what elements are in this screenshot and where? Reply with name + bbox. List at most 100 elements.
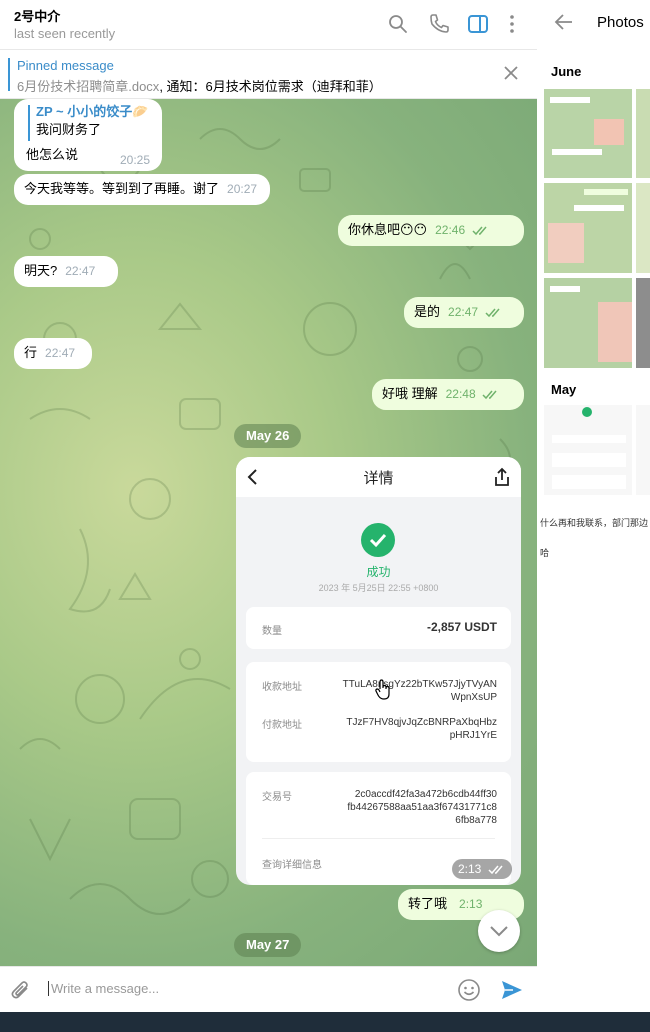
reply-sender[interactable]: ZP ~ 小小的饺子🥟: [36, 103, 148, 121]
pinned-notice: 通知：6月技术岗位需求（迪拜和菲）: [166, 79, 382, 94]
from-address-label: 付款地址: [262, 720, 302, 731]
divider: [262, 838, 495, 839]
photo-thumbnail[interactable]: [544, 278, 632, 368]
amount-label: 数量: [262, 626, 282, 637]
scroll-down-button[interactable]: [478, 910, 520, 952]
message-time: 22:48: [445, 387, 476, 401]
message-time: 20:27: [227, 182, 258, 196]
from-address-line2: pHRJ1YrE: [449, 730, 497, 741]
send-icon[interactable]: [500, 978, 524, 1002]
tx-value: 2c0accdf42fa3a472b6cdb44ff30 fb44267588a…: [347, 788, 497, 827]
message-list[interactable]: ZP ~ 小小的饺子🥟 我问财务了 他怎么说 20:25 今天我等等。等到到了再…: [0, 99, 537, 966]
sidebar-icon[interactable]: [466, 12, 490, 36]
message-text: 明天?: [24, 263, 58, 278]
chat-title[interactable]: 2号中介: [14, 6, 60, 25]
to-address-label: 收款地址: [262, 682, 302, 693]
from-address-line1: TJzF7HV8qjvJqZcBNRPaXbqHbz: [346, 717, 497, 728]
read-check-icon: [472, 226, 487, 235]
date-separator: May 26: [234, 424, 302, 448]
tx-label: 交易号: [262, 792, 292, 803]
photo-thumbnail[interactable]: [544, 89, 632, 178]
tx-line3: 6fb8a778: [455, 815, 497, 826]
attach-icon[interactable]: [10, 979, 32, 1001]
read-check-icon: [488, 865, 503, 874]
receipt-title: 详情: [363, 470, 394, 487]
reply-accent-bar: [28, 105, 30, 141]
message-incoming[interactable]: 今天我等等。等到到了再睡。谢了 20:27: [14, 174, 270, 205]
receipt-status: 成功: [366, 565, 391, 579]
pinned-file: 6月份技术招聘简章.docx: [17, 79, 160, 94]
section-june: June: [551, 64, 582, 79]
photo-thumbnail[interactable]: [636, 183, 650, 273]
read-check-icon: [482, 390, 497, 399]
pinned-message[interactable]: Pinned message 6月份技术招聘简章.docx, 通知：6月技术岗位…: [0, 50, 537, 99]
message-incoming[interactable]: 行 22:47: [14, 338, 92, 369]
taskbar: [0, 1012, 650, 1032]
receipt-datetime: 2023 年 5月25日 22:55 +0800: [318, 583, 439, 593]
message-time: 20:25: [120, 153, 151, 167]
address-card: 收款地址 TTuLA8nsgYz22bTKw57JjyTVyAN WpnXsUP…: [246, 662, 511, 762]
section-may: May: [551, 382, 577, 397]
tx-line1: 2c0accdf42fa3a472b6cdb44ff30: [354, 789, 497, 800]
to-address-value: TTuLA8nsgYz22bTKw57JjyTVyAN WpnXsUP: [343, 678, 497, 704]
from-address-value: TJzF7HV8qjvJqZcBNRPaXbqHbz pHRJ1YrE: [346, 716, 497, 742]
message-incoming[interactable]: ZP ~ 小小的饺子🥟 我问财务了 他怎么说 20:25: [14, 99, 162, 171]
message-outgoing[interactable]: 是的 22:47: [404, 297, 524, 328]
panel-title: Photos: [597, 14, 644, 31]
panel-text-snippet: 哈: [540, 548, 550, 558]
reply-quote: 我问财务了: [36, 122, 102, 137]
message-text: 行: [24, 345, 38, 360]
message-input[interactable]: Write a message...: [48, 981, 159, 996]
photo-thumbnail[interactable]: [636, 278, 650, 368]
date-separator: May 27: [234, 933, 302, 957]
share-icon: [495, 467, 509, 486]
message-text: 你休息吧😶😶: [348, 222, 428, 237]
check-icon: [361, 523, 395, 557]
message-incoming[interactable]: 明天? 22:47: [14, 256, 118, 287]
photos-panel: Photos June May 什么再和我联系，部门那边 哈: [538, 0, 650, 1012]
read-check-icon: [485, 308, 500, 317]
phone-icon[interactable]: [427, 12, 451, 36]
tx-line2: fb44267588aa51aa3f67431771c8: [347, 802, 497, 813]
message-time: 22:46: [435, 223, 466, 237]
more-icon[interactable]: [500, 12, 524, 36]
search-icon[interactable]: [386, 12, 410, 36]
message-outgoing[interactable]: 你休息吧😶😶 22:46: [338, 215, 524, 246]
to-address-line1: TTuLA8nsgYz22bTKw57JjyTVyAN: [342, 679, 497, 690]
chat-header: 2号中介 last seen recently: [0, 0, 537, 50]
message-text: 好哦 理解: [382, 386, 438, 401]
message-time: 22:47: [65, 264, 96, 278]
message-time: 22:47: [45, 346, 76, 360]
photo-thumbnail[interactable]: [544, 405, 632, 495]
to-address-line2: WpnXsUP: [450, 692, 497, 703]
close-icon[interactable]: [502, 64, 520, 82]
photo-thumbnail[interactable]: [636, 89, 650, 178]
message-time: 2:13: [459, 897, 483, 911]
pinned-label: Pinned message: [17, 58, 114, 73]
query-details-link: 查询详细信息: [262, 860, 322, 871]
photo-thumbnail[interactable]: [636, 405, 650, 495]
emoji-icon[interactable]: [457, 978, 481, 1002]
receipt-header: 详情: [236, 457, 521, 497]
message-time: 22:47: [448, 305, 479, 319]
panel-text-snippet: 什么再和我联系，部门那边: [540, 518, 649, 528]
hand-cursor-icon: [375, 679, 390, 700]
photo-time-text: 2:13: [458, 862, 482, 876]
message-outgoing[interactable]: 好哦 理解 22:48: [372, 379, 524, 410]
photo-time: 2:13: [452, 859, 512, 879]
back-icon[interactable]: [554, 12, 574, 32]
amount-value: -2,857 USDT: [426, 620, 497, 634]
pinned-text: 6月份技术招聘简章.docx, 通知：6月技术岗位需求（迪拜和菲）: [17, 76, 382, 95]
chat-status: last seen recently: [14, 26, 116, 41]
message-text: 今天我等等。等到到了再睡。谢了: [24, 181, 220, 196]
photo-thumbnail[interactable]: [544, 183, 632, 273]
pinned-accent-bar: [8, 58, 10, 91]
message-text: 他怎么说: [26, 147, 79, 162]
amount-card: 数量 -2,857 USDT: [246, 607, 511, 649]
chevron-down-icon: [490, 926, 508, 937]
pinned-separator: ,: [159, 79, 167, 94]
photo-message[interactable]: 详情 成功 2023 年 5月25日 22:55 +0800 数量 -2,857…: [236, 457, 521, 885]
message-text: 转了哦: [408, 896, 448, 911]
message-text: 是的: [414, 304, 441, 319]
composer: Write a message...: [0, 966, 537, 1012]
